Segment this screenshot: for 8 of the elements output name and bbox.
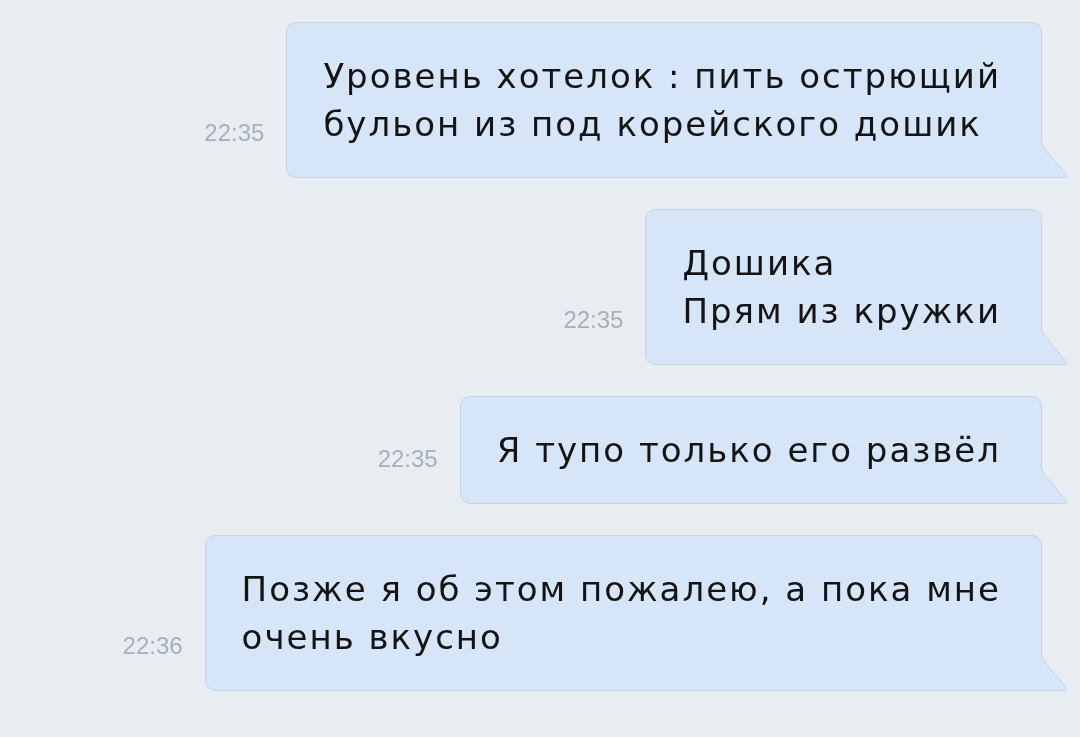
message-time: 22:35 <box>377 444 438 474</box>
message-text: Я тупо только его развёл <box>496 429 1001 472</box>
message-text: Позже я об этом пожалею, а пока мне очень вкусно <box>241 568 1001 659</box>
message-time: 22:35 <box>563 305 624 335</box>
message-text: Уровень хотелок : пить острющий бульон из под корейского дошик <box>323 55 1001 146</box>
message-time: 22:36 <box>122 631 183 661</box>
message-text: Дошика Прям из кружки <box>682 242 1001 333</box>
message-time: 22:35 <box>204 118 265 148</box>
